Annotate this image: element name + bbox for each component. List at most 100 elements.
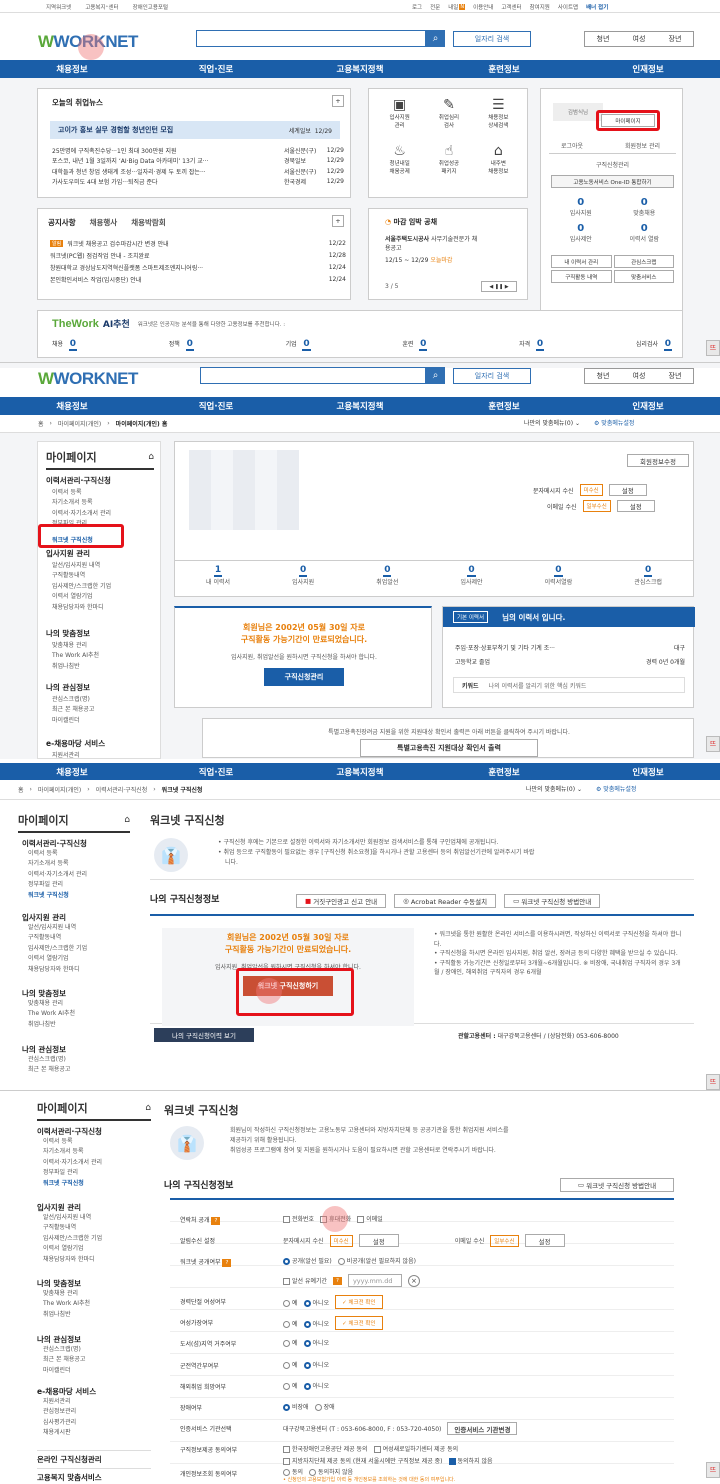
- sidebar-item[interactable]: 정부파일 관리: [28, 880, 130, 890]
- scrap-link[interactable]: 관심스크랩: [613, 255, 674, 268]
- nav-item[interactable]: 채용정보: [0, 63, 144, 75]
- acrobat-button[interactable]: ◎ Acrobat Reader 수동설치: [394, 894, 497, 908]
- mode-senior[interactable]: 장년: [669, 34, 682, 44]
- stat-match[interactable]: 0 맞춤채용: [613, 197, 677, 217]
- career-no[interactable]: 아니오: [303, 1298, 329, 1307]
- island-no[interactable]: 아니오: [303, 1338, 329, 1347]
- nav-item[interactable]: 직업·진로: [144, 63, 288, 75]
- nav-item[interactable]: 인재정보: [576, 63, 720, 75]
- sidebar-item[interactable]: 구직활동내역: [43, 1223, 151, 1233]
- sidebar-item[interactable]: 심사평가관리: [43, 1418, 151, 1428]
- sidebar-group[interactable]: 나의 관심정보: [37, 1334, 151, 1345]
- mode-women[interactable]: 여성: [633, 371, 646, 381]
- worknet-logo[interactable]: WWORKNET: [38, 369, 138, 389]
- sidebar-item[interactable]: 지원서관리: [43, 1397, 151, 1407]
- email-setting-button[interactable]: 설정: [524, 1234, 565, 1247]
- news-more-button[interactable]: +: [332, 95, 344, 107]
- tab-fair[interactable]: 채용박람회: [131, 217, 166, 228]
- sidebar-group[interactable]: 이력서관리·구직신청: [37, 1126, 151, 1137]
- util-link[interactable]: 전문: [430, 3, 440, 11]
- consent-women[interactable]: 여성새로일하기센터 제공 동의: [373, 1444, 458, 1453]
- stat-apply[interactable]: 0 입사지원: [292, 566, 314, 587]
- career-yes[interactable]: 예: [283, 1298, 298, 1307]
- search-input[interactable]: [200, 367, 426, 384]
- sidebar-item[interactable]: 입사제안/스크랩한 기업: [28, 944, 130, 954]
- notice-more-button[interactable]: +: [332, 215, 344, 227]
- util-link[interactable]: 이용안내: [473, 3, 493, 11]
- quick-item[interactable]: ☰ 채용정보 상세검색: [474, 97, 523, 129]
- sidebar-group[interactable]: 온라인 구직신청관리: [37, 1450, 151, 1465]
- quick-item[interactable]: ⌂ 내주변 채용정보: [474, 143, 523, 175]
- guide-button[interactable]: ▭ 워크넷 구직신청 방법안내: [560, 1178, 674, 1192]
- apply-manage-link[interactable]: 구직신청관리: [541, 160, 684, 169]
- disabled-radio[interactable]: 장애: [314, 1402, 335, 1411]
- sidebar-item[interactable]: 최근 본 채용공고: [28, 1065, 130, 1075]
- my-menu-setting[interactable]: ⚙ 맞춤메뉴설정: [594, 418, 634, 427]
- sidebar-group[interactable]: 입사지원 관리: [22, 912, 130, 923]
- util-link[interactable]: 고객센터: [501, 3, 521, 11]
- nav-item[interactable]: 훈련정보: [432, 63, 576, 75]
- stat-apply[interactable]: 0 입사지원: [549, 197, 613, 217]
- sidebar-item[interactable]: 최근 본 채용공고: [52, 705, 154, 715]
- contact-phone[interactable]: 전화번호: [283, 1214, 314, 1223]
- stat-view[interactable]: 0 이력서 열람: [613, 223, 677, 243]
- consent-kead[interactable]: 한국장애인고용공단 제공 동의: [283, 1444, 368, 1453]
- news-item[interactable]: 대학들과 청년 창업 생태계 조성···일자리·경제 두 토끼 잡는··· 서울신…: [52, 166, 344, 177]
- nav-item[interactable]: 고용복지정책: [288, 63, 432, 75]
- check-confirm-button[interactable]: ✓ 체크전 확인: [335, 1316, 383, 1330]
- sidebar-item[interactable]: 이력서 열람기업: [43, 1244, 151, 1254]
- sidebar-group[interactable]: 입사지원 관리: [37, 1202, 151, 1213]
- util-link[interactable]: 사이트맵: [558, 3, 578, 11]
- activity-link[interactable]: 구직활동 내역: [551, 270, 612, 283]
- sidebar-item[interactable]: 관심정보관리: [43, 1407, 151, 1417]
- notice-item[interactable]: 워크넷(PC웹) 점검작업 안내 - 조치완료 12/28: [50, 249, 346, 261]
- sidebar-item[interactable]: 마이캘린더: [43, 1366, 151, 1376]
- sidebar-item[interactable]: The Work AI추천: [43, 1299, 151, 1309]
- apply-history-button[interactable]: 나의 구직신청이력 보기: [154, 1028, 254, 1042]
- mode-women[interactable]: 여성: [633, 34, 646, 44]
- sidebar-group[interactable]: 나의 맞춤정보: [37, 1278, 151, 1289]
- island-yes[interactable]: 예: [283, 1338, 298, 1347]
- search-icon[interactable]: ⌕: [426, 30, 445, 47]
- nav-item[interactable]: 직업·진로: [144, 766, 288, 778]
- sidebar-group[interactable]: e-채용마당 서비스: [46, 738, 154, 749]
- banner-toggle[interactable]: 배너 접기: [586, 3, 608, 11]
- ai-item[interactable]: 채용 0: [52, 339, 78, 351]
- util-link[interactable]: 장애인고용포털: [133, 3, 168, 11]
- contact-email[interactable]: 이메일: [357, 1214, 383, 1223]
- ai-item[interactable]: 정책 0: [169, 339, 194, 351]
- personal-agree[interactable]: 동의: [283, 1467, 303, 1476]
- sidebar-item[interactable]: 지원서관리: [52, 751, 154, 761]
- tab-notice[interactable]: 공지사항: [48, 217, 76, 228]
- clear-icon[interactable]: ×: [407, 1274, 420, 1287]
- floating-button[interactable]: 뜨: [706, 1462, 720, 1478]
- nav-item[interactable]: 훈련정보: [432, 766, 576, 778]
- floating-button[interactable]: 뜨: [706, 736, 720, 752]
- stat-scrap[interactable]: 0 관심스크랩: [634, 566, 662, 587]
- oneid-button[interactable]: 고용노동서비스 One-ID 통합하기: [551, 175, 674, 188]
- member-manage-link[interactable]: 회원정보 관리: [625, 141, 660, 150]
- sidebar-item[interactable]: 알선/입사지원 내역: [52, 561, 154, 571]
- consent-none[interactable]: 동의하지 않음: [448, 1456, 493, 1465]
- quick-item[interactable]: ✎ 취업심리 검사: [424, 97, 473, 129]
- util-link[interactable]: 지역워크넷: [46, 3, 71, 11]
- sidebar-group[interactable]: 나의 관심정보: [46, 682, 154, 693]
- sidebar-group[interactable]: e-채용마당 서비스: [37, 1386, 151, 1397]
- fake-ad-button[interactable]: ■ 거짓구인광고 신고 안내: [296, 894, 387, 908]
- sidebar-item[interactable]: 관심스크랩(명): [52, 695, 154, 705]
- mode-youth[interactable]: 청년: [597, 34, 610, 44]
- sidebar-item-apply[interactable]: 워크넷 구직신청: [28, 891, 130, 901]
- sms-setting-button[interactable]: 설정: [608, 484, 647, 496]
- sidebar-item[interactable]: 구직활동내역: [52, 571, 154, 581]
- sidebar-item[interactable]: 이력서 열람기업: [28, 954, 130, 964]
- sidebar-item[interactable]: 맞춤채용 관리: [43, 1289, 151, 1299]
- search-icon[interactable]: ⌕: [426, 367, 445, 384]
- home-icon[interactable]: ⌂: [124, 815, 130, 825]
- sidebar-item[interactable]: 이력서 열람기업: [52, 592, 154, 602]
- custom-service-link[interactable]: 맞춤서비스: [613, 270, 674, 283]
- stat-offer[interactable]: 0 입사제안: [549, 223, 613, 243]
- overseas-yes[interactable]: 예: [283, 1381, 298, 1390]
- ai-item[interactable]: 자격 0: [519, 339, 545, 351]
- nav-item[interactable]: 채용정보: [0, 400, 144, 412]
- head-no[interactable]: 아니오: [303, 1319, 329, 1328]
